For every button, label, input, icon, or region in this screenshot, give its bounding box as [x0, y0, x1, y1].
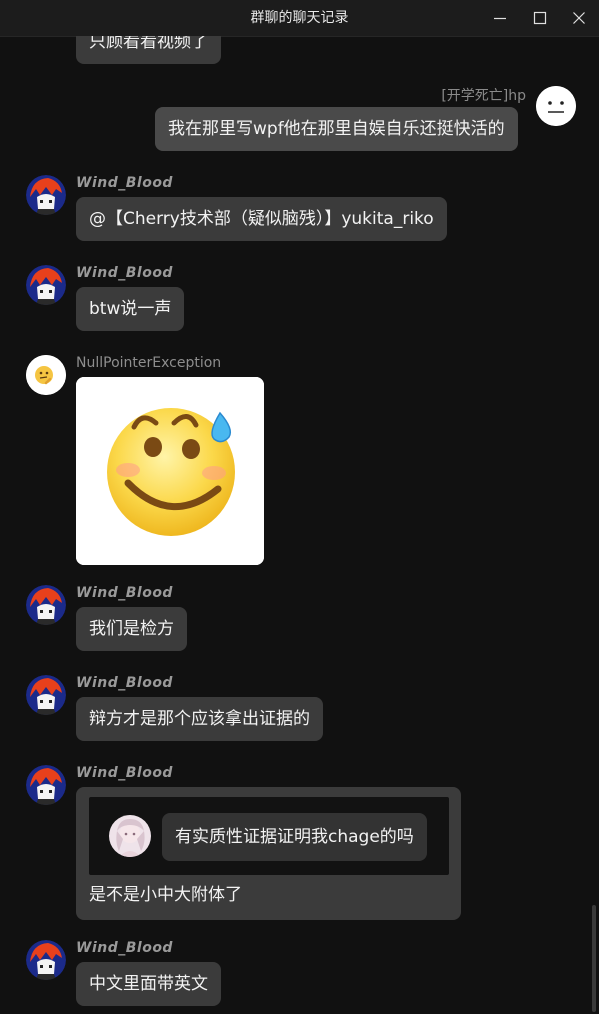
- reply-message[interactable]: 有实质性证据证明我chage的吗 是不是小中大附体了: [76, 787, 461, 920]
- message-bubble[interactable]: @【Cherry技术部（疑似脑残）】yukita_riko: [76, 197, 447, 241]
- sender-name: Wind_Blood: [76, 675, 173, 691]
- avatar[interactable]: [26, 355, 66, 395]
- minimize-button[interactable]: [480, 0, 520, 36]
- message-bubble[interactable]: 我在那里写wpf他在那里自娱自乐还挺快活的: [155, 107, 518, 151]
- close-icon: [573, 12, 585, 24]
- reply-text: 是不是小中大附体了: [89, 885, 242, 905]
- message-bubble[interactable]: btw说一声: [76, 287, 185, 331]
- avatar[interactable]: [26, 175, 66, 215]
- minimize-icon: [494, 17, 506, 20]
- maximize-icon: [533, 11, 547, 25]
- maximize-button[interactable]: [520, 0, 560, 36]
- avatar[interactable]: [26, 265, 66, 305]
- sender-name: Wind_Blood: [76, 175, 173, 191]
- message-bubble[interactable]: 辩方才是那个应该拿出证据的: [76, 697, 323, 741]
- title-bar: 群聊的聊天记录: [0, 0, 599, 37]
- message-bubble[interactable]: 只顾看看视频了: [76, 36, 221, 64]
- sender-name: Wind_Blood: [76, 940, 173, 956]
- sender-name: [开学死亡]hp: [441, 88, 526, 104]
- avatar[interactable]: [26, 675, 66, 715]
- message-bubble[interactable]: 中文里面带英文: [76, 962, 221, 1006]
- sweat-smile-emoji-icon: [76, 377, 264, 565]
- sender-name: NullPointerException: [76, 355, 222, 371]
- quoted-text: 有实质性证据证明我chage的吗: [162, 813, 427, 861]
- avatar[interactable]: [26, 765, 66, 805]
- avatar[interactable]: [26, 940, 66, 980]
- scrollbar-thumb[interactable]: [592, 905, 596, 1012]
- sender-name: Wind_Blood: [76, 265, 173, 281]
- quoted-message[interactable]: 有实质性证据证明我chage的吗: [89, 797, 449, 875]
- message-bubble[interactable]: 我们是检方: [76, 607, 187, 651]
- avatar[interactable]: [26, 585, 66, 625]
- image-message[interactable]: [76, 377, 264, 565]
- avatar[interactable]: [536, 86, 576, 126]
- close-button[interactable]: [559, 0, 599, 36]
- sender-name: Wind_Blood: [76, 585, 173, 601]
- sender-name: Wind_Blood: [76, 765, 173, 781]
- chat-history[interactable]: 只顾看看视频了 [开学死亡]hp 我在那里写wpf他在那里自娱自乐还挺快活的 W…: [0, 36, 599, 1014]
- quoted-avatar: [109, 815, 151, 857]
